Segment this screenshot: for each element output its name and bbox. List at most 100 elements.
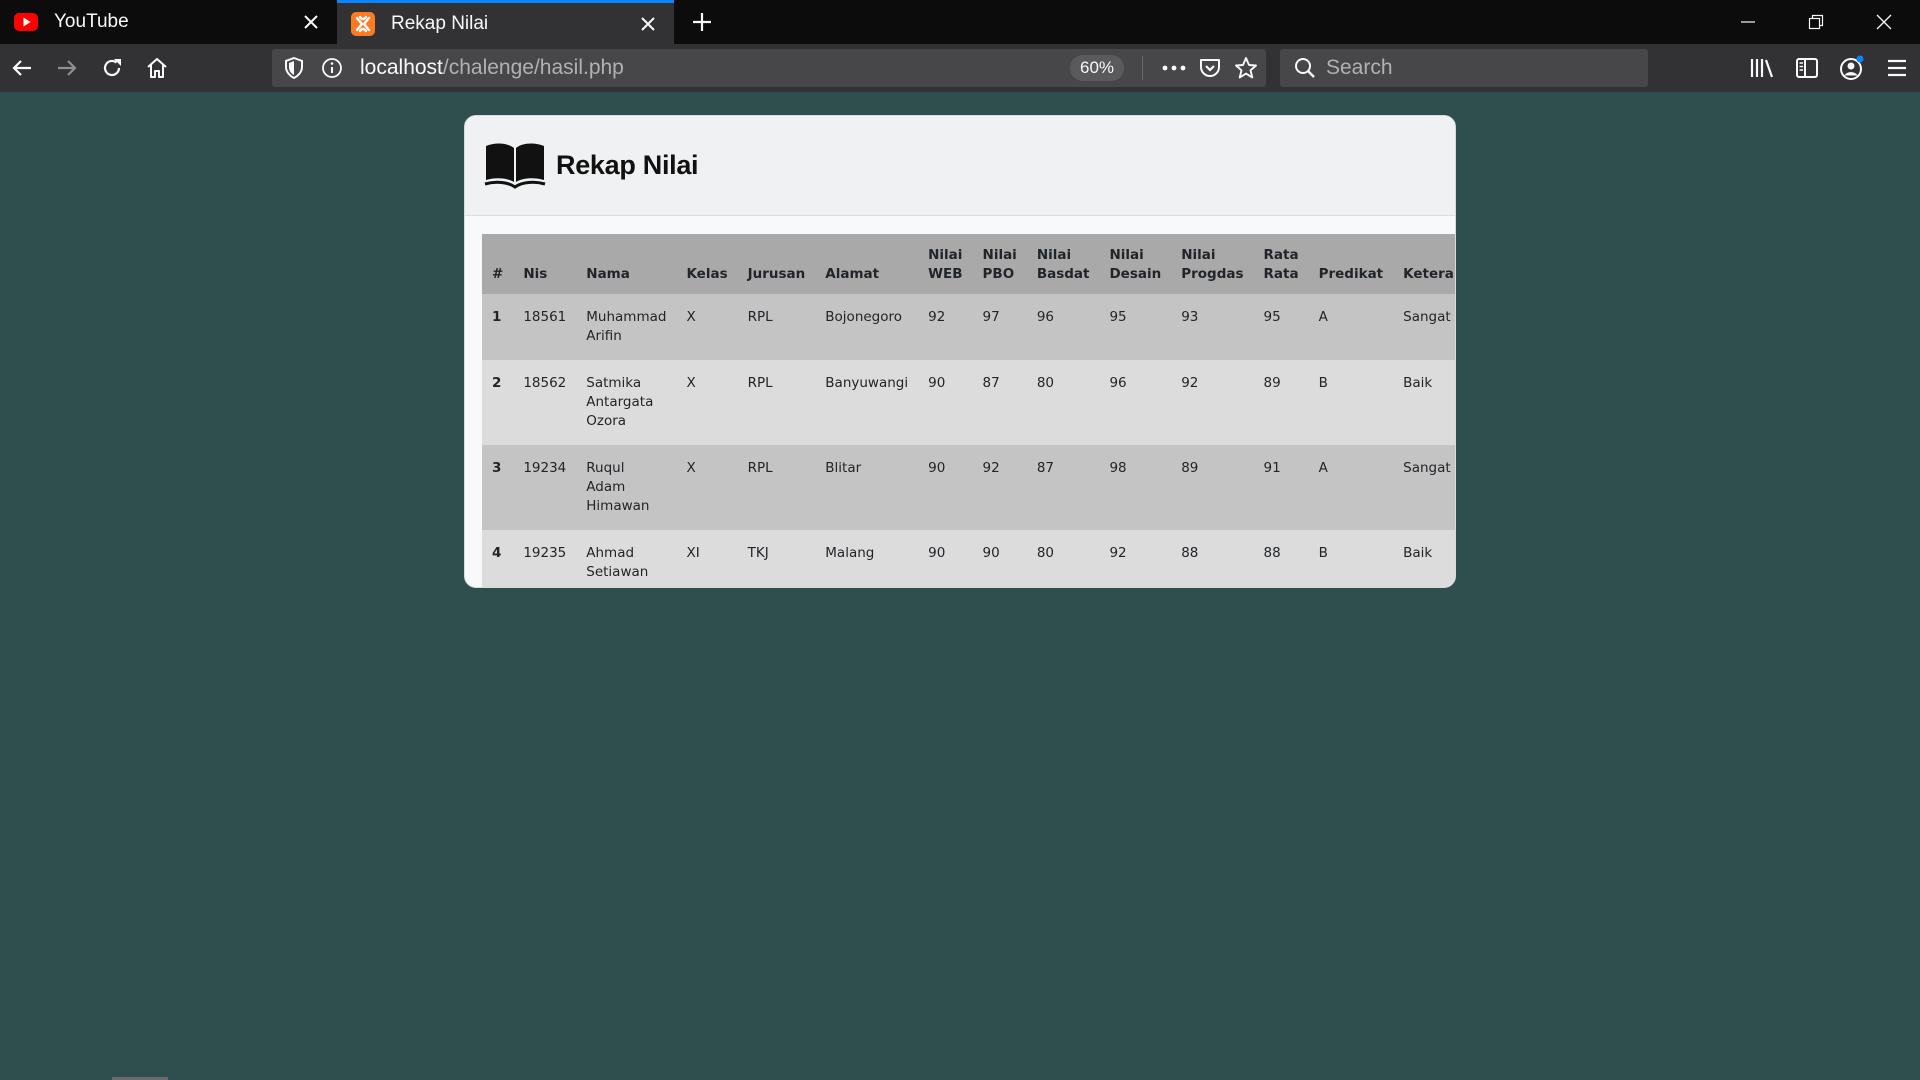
- new-tab-button[interactable]: [682, 2, 722, 42]
- close-icon[interactable]: [628, 4, 668, 44]
- page-title: Rekap Nilai: [556, 150, 699, 180]
- cell-progdas: 92: [1181, 375, 1199, 391]
- cell-desain: 96: [1109, 375, 1127, 391]
- cell-progdas: 89: [1181, 460, 1199, 476]
- cell-progdas: 93: [1181, 309, 1199, 325]
- col-header-progdas: Nilai Progdas: [1181, 247, 1244, 282]
- tab-youtube[interactable]: YouTube: [0, 0, 337, 44]
- zoom-reset-button[interactable]: 60%: [1070, 55, 1125, 81]
- rekap-card: Rekap Nilai # Nis Nama Kelas Jurusan Ala…: [464, 115, 1456, 588]
- reload-button[interactable]: [92, 48, 132, 88]
- tab-rekap-nilai[interactable]: Rekap Nilai: [337, 0, 674, 44]
- col-header-predikat: Predikat: [1318, 266, 1384, 282]
- table-header-row: # Nis Nama Kelas Jurusan Alamat Nilai WE…: [482, 234, 1455, 294]
- table-row: 4 19235 Ahmad Setiawan XI TKJ Malang 90 …: [482, 530, 1455, 587]
- sidebar-button[interactable]: [1787, 48, 1827, 88]
- reload-icon: [103, 59, 121, 77]
- arrow-left-icon: [12, 60, 31, 76]
- cell-jurusan: RPL: [747, 460, 773, 476]
- back-button[interactable]: [2, 48, 42, 88]
- cell-basdat: 80: [1036, 375, 1054, 391]
- account-icon: [1840, 55, 1864, 80]
- col-header-nis: Nis: [523, 266, 548, 282]
- col-header-pbo: Nilai PBO: [982, 247, 1017, 282]
- cell-kelas: X: [686, 375, 696, 391]
- url-path: /chalenge/hasil.php: [442, 56, 624, 79]
- cell-predikat: B: [1318, 545, 1328, 561]
- account-button[interactable]: [1832, 48, 1872, 88]
- window-close-button[interactable]: [1850, 0, 1918, 44]
- cell-nama: Satmika Antargata Ozora: [586, 375, 654, 429]
- cell-alamat: Banyuwangi: [825, 375, 909, 391]
- cell-keterangan: Sangat Baik: [1403, 309, 1455, 325]
- book-open-icon: [484, 143, 546, 189]
- cell-jurusan: RPL: [747, 375, 773, 391]
- table-header: # Nis Nama Kelas Jurusan Alamat Nilai WE…: [482, 234, 1455, 294]
- home-icon: [147, 58, 167, 78]
- col-header-desain: Nilai Desain: [1109, 247, 1162, 282]
- search-bar[interactable]: [1280, 49, 1648, 87]
- col-header-jurusan: Jurusan: [747, 266, 806, 282]
- youtube-icon: [14, 10, 38, 34]
- cell-kelas: XI: [686, 545, 700, 561]
- sidebar-icon: [1796, 58, 1818, 78]
- table-row: 3 19234 Ruqul Adam Himawan X RPL Blitar …: [482, 445, 1455, 530]
- restore-button[interactable]: [1782, 0, 1850, 44]
- col-header-web: Nilai WEB: [928, 247, 963, 282]
- table-row: 2 18562 Satmika Antargata Ozora X RPL Ba…: [482, 360, 1455, 445]
- cell-kelas: X: [686, 460, 696, 476]
- cell-nama: Muhammad Arifin: [586, 309, 667, 344]
- minimize-button[interactable]: [1714, 0, 1782, 44]
- url-bar[interactable]: localhost/chalenge/hasil.php 60%: [272, 49, 1266, 87]
- cell-nama: Ruqul Adam Himawan: [586, 460, 650, 514]
- cell-desain: 95: [1109, 309, 1127, 325]
- cell-no: 4: [492, 545, 502, 561]
- arrow-right-icon: [58, 60, 77, 76]
- cell-no: 1: [492, 309, 502, 325]
- menu-button[interactable]: [1877, 48, 1917, 88]
- cell-web: 90: [928, 460, 946, 476]
- cell-pbo: 97: [982, 309, 1000, 325]
- rekap-table: # Nis Nama Kelas Jurusan Alamat Nilai WE…: [482, 234, 1455, 587]
- page-actions-button[interactable]: [1156, 49, 1192, 87]
- tab-strip: YouTube Rekap Nilai: [0, 0, 1920, 44]
- cell-pbo: 87: [982, 375, 1000, 391]
- col-header-kelas: Kelas: [686, 266, 728, 282]
- urlbar-separator: [1142, 56, 1143, 80]
- page-viewport: Rekap Nilai # Nis Nama Kelas Jurusan Ala…: [0, 92, 1920, 1080]
- cell-desain: 92: [1109, 545, 1127, 561]
- tracking-protection-icon[interactable]: [276, 49, 312, 87]
- cell-no: 2: [492, 375, 502, 391]
- bookmark-button[interactable]: [1228, 49, 1264, 87]
- cell-progdas: 88: [1181, 545, 1199, 561]
- table-row: 1 18561 Muhammad Arifin X RPL Bojonegoro…: [482, 294, 1455, 360]
- col-header-basdat: Nilai Basdat: [1036, 247, 1090, 282]
- cell-pbo: 90: [982, 545, 1000, 561]
- pocket-icon: [1200, 59, 1220, 77]
- close-icon[interactable]: [291, 2, 331, 42]
- cell-rata: 89: [1263, 375, 1281, 391]
- cell-keterangan: Sangat Baik: [1403, 460, 1455, 476]
- col-header-rata: Rata Rata: [1263, 247, 1299, 282]
- site-info-icon[interactable]: [314, 49, 350, 87]
- cell-predikat: A: [1318, 460, 1328, 476]
- card-body: # Nis Nama Kelas Jurusan Alamat Nilai WE…: [465, 216, 1455, 587]
- cell-rata: 91: [1263, 460, 1281, 476]
- cell-nama: Ahmad Setiawan: [586, 545, 649, 580]
- cell-alamat: Malang: [825, 545, 875, 561]
- home-button[interactable]: [137, 48, 177, 88]
- url-text[interactable]: localhost/chalenge/hasil.php: [360, 49, 624, 87]
- close-icon: [1876, 14, 1892, 30]
- tab-title: Rekap Nilai: [391, 12, 489, 34]
- cell-basdat: 87: [1036, 460, 1054, 476]
- pocket-button[interactable]: [1192, 49, 1228, 87]
- cell-basdat: 96: [1036, 309, 1054, 325]
- cell-web: 92: [928, 309, 946, 325]
- cell-no: 3: [492, 460, 502, 476]
- hamburger-icon: [1888, 59, 1906, 77]
- star-icon: [1235, 57, 1257, 79]
- cell-alamat: Blitar: [825, 460, 862, 476]
- forward-button[interactable]: [47, 48, 87, 88]
- search-input[interactable]: [1326, 49, 1636, 87]
- library-button[interactable]: [1742, 48, 1782, 88]
